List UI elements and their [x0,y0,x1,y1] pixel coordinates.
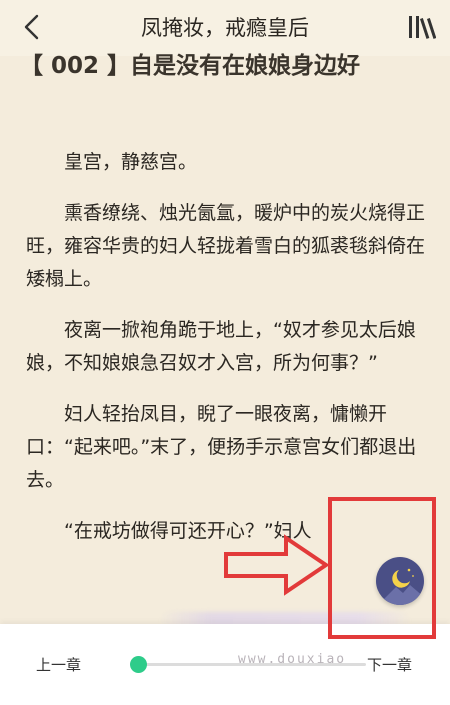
annotation-arrow-icon [224,534,330,596]
paragraph: 皇宫，静慈宫。 [64,151,198,173]
night-mode-button[interactable] [376,557,424,605]
paragraph: 熏香缭绕、烛光氤氲，暖炉中的炭火烧得正旺，雍容华贵的妇人轻拢着雪白的狐裘毯斜倚在… [26,202,426,290]
chapter-title: 【 002 】自是没有在娘娘身边好 [20,53,361,78]
paragraph: 夜离一掀袍角跪于地上，“奴才参见太后娘娘，不知娘娘急召奴才入宫，所为何事？” [26,319,416,374]
moon-icon [376,568,424,605]
paragraph: 妇人轻抬凤目，睨了一眼夜离，慵懒开口：“起来吧。”末了，便扬手示意宫女们都退出去… [26,403,417,491]
progress-knob[interactable] [129,656,147,673]
watermark-text: www.douxiao [238,652,347,667]
prev-chapter-button[interactable]: 上一章 [36,654,81,675]
next-chapter-button[interactable]: 下一章 [367,654,412,675]
book-title: 凤掩妆，戒瘾皇后 [141,16,309,40]
bookshelf-icon[interactable] [406,12,436,42]
